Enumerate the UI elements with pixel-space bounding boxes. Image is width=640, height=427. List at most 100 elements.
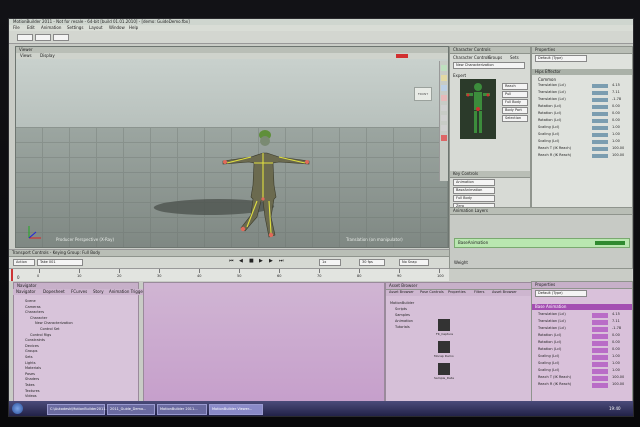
tab-character-controls[interactable]: Character Controls	[453, 55, 491, 60]
snap-dropdown[interactable]: No Snap	[399, 259, 429, 266]
navigator-tree-item[interactable]: New Characterization	[35, 321, 73, 326]
property-slider[interactable]	[592, 84, 608, 88]
property-slider[interactable]	[592, 327, 608, 332]
property-row[interactable]: Scaling (Lcl) 1.00	[532, 132, 632, 138]
tab-asset-browser[interactable]: Asset Browser	[389, 290, 414, 295]
playhead[interactable]	[11, 269, 13, 281]
property-row[interactable]: Scaling (Lcl) 1.00	[532, 354, 632, 360]
property-slider[interactable]	[592, 355, 608, 360]
record-indicator[interactable]	[396, 54, 408, 58]
property-row[interactable]: Translation (Lcl) -1.78	[532, 326, 632, 332]
property-row[interactable]: Rotation (Lcl) 0.00	[532, 333, 632, 339]
camera-cube[interactable]: FRONT	[414, 87, 432, 101]
move-tool-icon[interactable]	[441, 65, 447, 71]
tab-animation-trigger[interactable]: Animation Trigger	[109, 289, 144, 294]
asset-tree-item[interactable]: Scripts	[395, 307, 407, 312]
reach-button[interactable]: Reach	[502, 83, 528, 90]
property-slider[interactable]	[592, 334, 608, 339]
body-part-button[interactable]: Body Part	[502, 107, 528, 114]
take-dropdown[interactable]: Take 001	[37, 259, 83, 266]
property-row[interactable]: Rotation (Lcl) 0.00	[532, 347, 632, 353]
select-tool-icon[interactable]	[441, 95, 447, 101]
navigator-tree-item[interactable]: Cameras	[25, 305, 41, 310]
navigator-tree-item[interactable]: Groups	[25, 349, 37, 354]
property-slider[interactable]	[592, 362, 608, 367]
menu-animation[interactable]: Animation	[41, 25, 61, 30]
stop-icon[interactable]: ■	[249, 259, 254, 264]
property-row[interactable]: Rotation (Lcl) 0.00	[532, 104, 632, 110]
property-slider[interactable]	[592, 383, 608, 388]
key-tool-icon[interactable]	[441, 135, 447, 141]
mode-dropdown[interactable]: Action	[13, 259, 35, 266]
property-slider[interactable]	[592, 133, 608, 137]
property-row[interactable]: Reach R (IK Reach) 100.00	[532, 382, 632, 388]
full-body-button[interactable]: Full Body	[502, 99, 528, 106]
property-row[interactable]: Translation (Lcl) 4.15	[532, 83, 632, 89]
asset-thumbnail[interactable]	[438, 319, 450, 331]
property-slider[interactable]	[592, 369, 608, 374]
asset-tree-item[interactable]: Tutorials	[395, 325, 410, 330]
property-slider[interactable]	[592, 140, 608, 144]
property-row[interactable]: Reach T (IK Reach) 100.00	[532, 146, 632, 152]
start-button-icon[interactable]	[12, 403, 23, 414]
viewer-menu-views[interactable]: Views	[20, 53, 32, 58]
navigator-content[interactable]	[143, 282, 385, 404]
pan-tool-icon[interactable]	[441, 115, 447, 121]
character-map[interactable]	[460, 79, 496, 139]
tab-sets[interactable]: Sets	[510, 55, 519, 60]
camera-tool-icon[interactable]	[441, 105, 447, 111]
menu-file[interactable]: File	[13, 25, 20, 30]
property-row[interactable]: Rotation (Lcl) 0.00	[532, 340, 632, 346]
next-frame-icon[interactable]: ▶	[269, 259, 273, 264]
taskbar-item[interactable]: MotionBuilder 2011...	[157, 404, 207, 415]
base-layer-row[interactable]: BaseAnimation	[454, 238, 630, 248]
tab-filters[interactable]: Filters	[474, 290, 485, 295]
navigator-tree-item[interactable]: Materials	[25, 366, 41, 371]
asset-thumbnail[interactable]	[438, 341, 450, 353]
navigator-tree-item[interactable]: Character	[30, 316, 47, 321]
taskbar-item[interactable]: C:\Autodesk\MotionBuilder2011...	[47, 404, 109, 415]
taskbar-item[interactable]: 2011_Guide_Demo...	[107, 404, 155, 415]
selection-button[interactable]: Selection	[502, 115, 528, 122]
property-row[interactable]: Scaling (Lcl) 1.00	[532, 361, 632, 367]
tab-story[interactable]: Story	[93, 289, 104, 294]
fps-dropdown[interactable]: 30 fps	[359, 259, 385, 266]
property-row[interactable]: Translation (Lcl) -1.78	[532, 97, 632, 103]
prev-frame-icon[interactable]: ◀	[239, 259, 243, 264]
property-row[interactable]: Reach T (IK Reach) 100.00	[532, 375, 632, 381]
key-row-full-body[interactable]: Full Body	[453, 195, 495, 202]
property-slider[interactable]	[592, 320, 608, 325]
property-slider[interactable]	[592, 126, 608, 130]
scale-tool-icon[interactable]	[441, 85, 447, 91]
properties-bottom-object-dropdown[interactable]: Default (Type)	[535, 290, 587, 297]
menu-layout[interactable]: Layout	[89, 25, 103, 30]
speed-dropdown[interactable]: 1x	[319, 259, 341, 266]
tab-properties[interactable]: Properties	[448, 290, 466, 295]
tab-navigator[interactable]: Navigator	[16, 289, 36, 294]
character-figure[interactable]	[211, 127, 321, 239]
viewer-panel[interactable]: Viewer Views Display FRONT Producer Pers…	[15, 46, 449, 248]
go-end-icon[interactable]: ⏭	[279, 259, 284, 264]
tab-dopesheet[interactable]: Dopesheet	[43, 289, 65, 294]
navigator-tree-item[interactable]: Characters	[25, 310, 44, 315]
key-row-animation[interactable]: Animation	[453, 179, 495, 186]
property-slider[interactable]	[592, 112, 608, 116]
asset-tree-item[interactable]: Samples	[395, 313, 410, 318]
menu-window[interactable]: Window	[109, 25, 125, 30]
menu-edit[interactable]: Edit	[27, 25, 35, 30]
navigator-tree-item[interactable]: Shaders	[25, 377, 39, 382]
property-slider[interactable]	[592, 313, 608, 318]
tab-asset-browser-active[interactable]: Asset Browser	[492, 290, 517, 295]
properties-top-object-dropdown[interactable]: Default (Type)	[535, 55, 587, 62]
rotate-tool-icon[interactable]	[441, 75, 447, 81]
tab-fcurves[interactable]: FCurves	[71, 289, 87, 294]
toolbar-button[interactable]	[53, 34, 69, 41]
property-slider[interactable]	[592, 105, 608, 109]
property-row[interactable]: Scaling (Lcl) 1.00	[532, 139, 632, 145]
key-row-baseanimation[interactable]: BaseAnimation	[453, 187, 495, 194]
navigator-tree-item[interactable]: Sets	[25, 355, 33, 360]
tab-pose-controls[interactable]: Pose Controls	[420, 290, 444, 295]
play-icon[interactable]: ▶	[259, 259, 263, 264]
taskbar-item-active[interactable]: MotionBuilder Viewer...	[209, 404, 263, 415]
navigator-tree-item[interactable]: Control Set	[40, 327, 60, 332]
